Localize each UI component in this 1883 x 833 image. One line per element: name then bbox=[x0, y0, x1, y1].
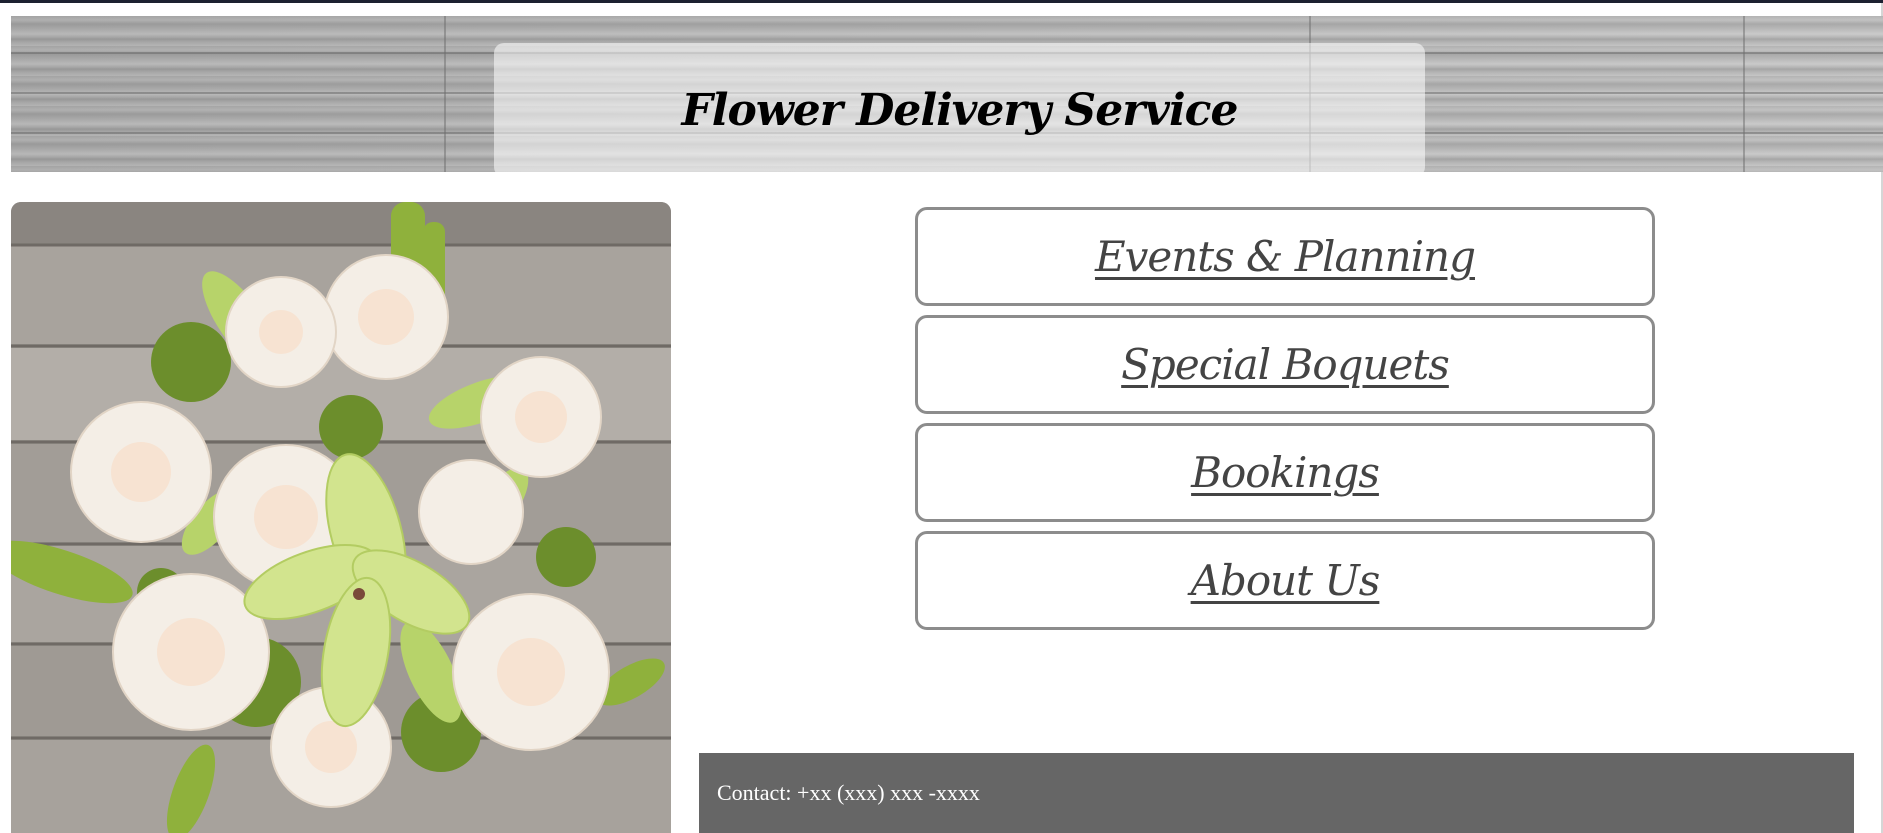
nav-about-us-button[interactable]: About Us bbox=[915, 531, 1655, 630]
nav-bookings-button[interactable]: Bookings bbox=[915, 423, 1655, 522]
wood-seam bbox=[1743, 16, 1745, 172]
wood-seam bbox=[444, 16, 446, 172]
title-box: Flower Delivery Service bbox=[494, 43, 1425, 172]
header-banner: Flower Delivery Service bbox=[11, 16, 1883, 172]
nav-events-planning-button[interactable]: Events & Planning bbox=[915, 207, 1655, 306]
footer: Contact: +xx (xxx) xxx -xxxx bbox=[699, 753, 1854, 833]
main-nav: Events & Planning Special Boquets Bookin… bbox=[915, 207, 1655, 639]
contact-info: Contact: +xx (xxx) xxx -xxxx bbox=[717, 780, 980, 805]
nav-special-boquets-button[interactable]: Special Boquets bbox=[915, 315, 1655, 414]
site-title: Flower Delivery Service bbox=[681, 84, 1239, 136]
flower-bouquet-image bbox=[11, 202, 671, 833]
top-strip bbox=[0, 0, 1883, 3]
